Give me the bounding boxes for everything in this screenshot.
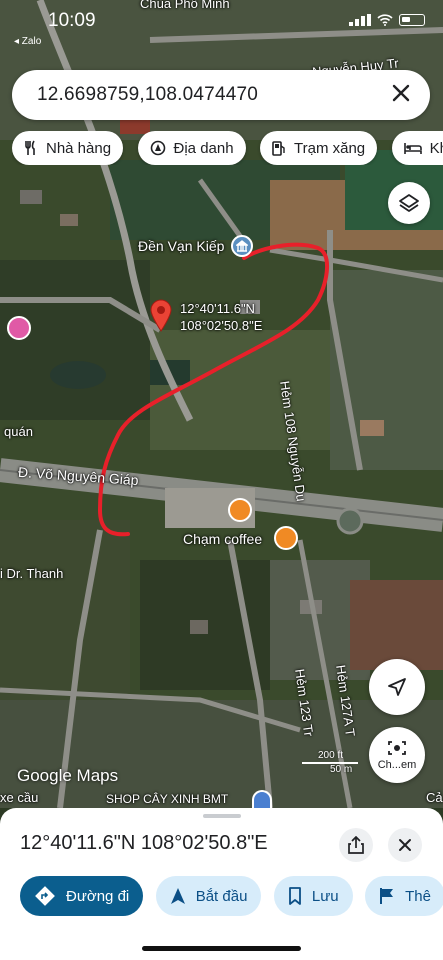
close-icon[interactable] bbox=[388, 81, 414, 107]
signal-icon bbox=[349, 14, 371, 26]
landmark-icon bbox=[150, 140, 165, 156]
close-sheet-button[interactable] bbox=[388, 828, 422, 862]
map-label-bottom-left: xe cầu bbox=[0, 790, 39, 805]
hotel-map-icon[interactable] bbox=[7, 316, 31, 340]
google-maps-logo: Google Maps bbox=[17, 766, 119, 785]
map-label-shop: SHOP CÂY XINH BMT bbox=[106, 792, 229, 806]
action-buttons: Đường đi Bắt đầu Lưu Thê bbox=[20, 876, 443, 916]
shop-map-icon[interactable] bbox=[252, 790, 272, 808]
restaurant-map-icon[interactable] bbox=[228, 498, 252, 522]
location-pin-icon[interactable] bbox=[149, 298, 173, 332]
save-button[interactable]: Lưu bbox=[273, 876, 353, 916]
home-indicator bbox=[142, 946, 301, 951]
directions-icon bbox=[35, 886, 55, 906]
map-label-bottom-right: Cả bbox=[426, 790, 443, 805]
action-label: Thê bbox=[405, 887, 431, 905]
chip-landmark[interactable]: Địa danh bbox=[137, 131, 246, 165]
sheet-handle[interactable] bbox=[203, 814, 241, 818]
search-bar[interactable]: 12.6698759,108.0474470 bbox=[12, 70, 430, 120]
map-pin-coords-line2: 108°02'50.8"E bbox=[180, 318, 263, 333]
chip-gas-station[interactable]: Trạm xăng bbox=[260, 131, 378, 165]
lens-button[interactable]: Ch...em bbox=[369, 727, 425, 783]
map-label-temple: Đền Vạn Kiếp bbox=[138, 238, 225, 254]
back-to-app-link[interactable]: ◂ Zalo bbox=[14, 36, 41, 47]
map-pin-coords-line1: 12°40'11.6"N bbox=[180, 301, 255, 316]
status-time: 10:09 bbox=[48, 10, 96, 31]
sheet-title: 12°40'11.6"N 108°02'50.8"E bbox=[20, 832, 268, 854]
map-label-quan: quán bbox=[4, 424, 33, 439]
chip-label: Địa danh bbox=[173, 139, 234, 157]
search-input[interactable]: 12.6698759,108.0474470 bbox=[37, 84, 258, 106]
status-icons bbox=[349, 14, 425, 26]
layers-button[interactable] bbox=[388, 182, 430, 224]
flag-icon bbox=[380, 888, 394, 904]
temple-icon[interactable] bbox=[231, 235, 253, 257]
chip-label: Khách bbox=[429, 139, 443, 157]
action-label: Đường đi bbox=[66, 887, 130, 905]
bookmark-icon bbox=[288, 887, 301, 905]
action-label: Bắt đầu bbox=[195, 887, 248, 905]
cafe-map-icon[interactable] bbox=[274, 526, 298, 550]
chip-label: Trạm xăng bbox=[294, 139, 366, 157]
scale-lower: 50 m bbox=[330, 764, 353, 775]
gas-station-icon bbox=[272, 141, 285, 156]
share-icon bbox=[348, 836, 364, 854]
share-button[interactable] bbox=[339, 828, 373, 862]
wifi-icon bbox=[377, 14, 393, 26]
battery-icon bbox=[399, 14, 425, 26]
lens-label: Ch...em bbox=[377, 759, 417, 771]
directions-button[interactable]: Đường đi bbox=[20, 876, 144, 916]
navigation-icon bbox=[170, 888, 185, 904]
map-label-cafe: Chạm coffee bbox=[183, 531, 263, 547]
restaurant-icon bbox=[25, 140, 35, 155]
layers-icon bbox=[399, 194, 419, 212]
navigation-arrow-icon bbox=[388, 678, 406, 696]
chip-restaurant[interactable]: Nhà hàng bbox=[12, 131, 124, 165]
hotel-icon bbox=[403, 143, 422, 154]
map-label-dr: i Dr. Thanh bbox=[0, 566, 64, 581]
add-label-button[interactable]: Thê bbox=[365, 876, 443, 916]
category-chips: Nhà hàng Địa danh Trạm xăng Khách bbox=[12, 131, 443, 165]
place-sheet: 12°40'11.6"N 108°02'50.8"E Đường đi Bắt … bbox=[0, 808, 443, 960]
camera-lens-icon bbox=[388, 741, 406, 755]
start-button[interactable]: Bắt đầu bbox=[155, 876, 262, 916]
chip-label: Nhà hàng bbox=[46, 139, 112, 157]
my-location-button[interactable] bbox=[369, 659, 425, 715]
close-icon bbox=[399, 839, 411, 851]
scale-upper: 200 ft bbox=[318, 750, 344, 761]
chip-hotel[interactable]: Khách bbox=[391, 131, 443, 165]
scale-bar: 200 ft 50 m bbox=[302, 750, 360, 776]
status-bar: 10:09 ◂ Zalo bbox=[0, 0, 443, 47]
action-label: Lưu bbox=[311, 887, 339, 905]
